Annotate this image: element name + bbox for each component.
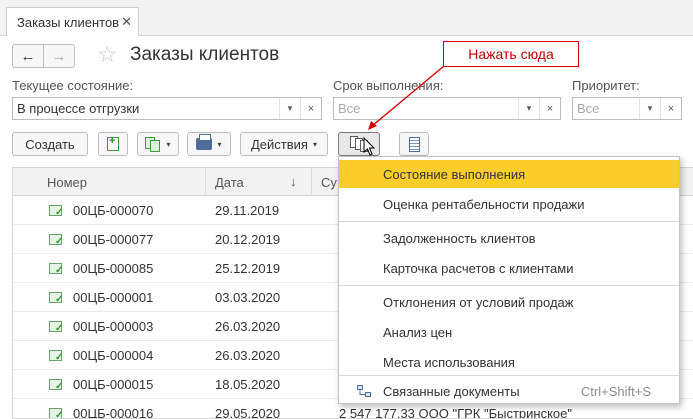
order-date: 18.05.2020 (215, 377, 281, 392)
deadline-filter-placeholder[interactable]: Все (334, 101, 518, 116)
state-filter-field[interactable]: В процессе отгрузки ▾ × (12, 97, 322, 120)
menu-item-customer-debt[interactable]: Задолженность клиентов (339, 224, 679, 252)
menu-item-usage-places[interactable]: Места использования (339, 348, 679, 376)
deadline-filter-field[interactable]: Все ▾ × (333, 97, 561, 120)
chevron-down-icon[interactable]: ▾ (279, 98, 300, 119)
list-icon (408, 136, 420, 152)
order-number: 00ЦБ-000015 (73, 377, 154, 392)
priority-filter-field[interactable]: Все ▾ × (572, 97, 682, 120)
menu-item-price-analysis[interactable]: Анализ цен (339, 318, 679, 346)
chevron-down-icon[interactable]: ▾ (639, 98, 660, 119)
back-button[interactable]: ← (12, 44, 44, 68)
menu-item-label: Анализ цен (383, 324, 453, 340)
create-document-button[interactable] (98, 132, 128, 156)
tab-strip: Заказы клиентов ✕ (0, 0, 693, 36)
posted-document-icon (49, 321, 63, 334)
order-date: 26.03.2020 (215, 319, 281, 334)
column-sum[interactable]: Су (321, 175, 337, 190)
forward-button[interactable]: → (43, 44, 75, 68)
order-date: 29.05.2020 (215, 406, 281, 419)
clear-icon[interactable]: × (539, 98, 560, 119)
order-number: 00ЦБ-000003 (73, 319, 154, 334)
actions-button[interactable]: Действия ▾ (240, 132, 328, 156)
order-number: 00ЦБ-000016 (73, 406, 154, 419)
posted-document-icon (49, 234, 63, 247)
tab-customer-orders[interactable]: Заказы клиентов ✕ (6, 7, 139, 36)
order-date: 29.11.2019 (215, 203, 280, 218)
menu-item-shortcut: Ctrl+Shift+S (580, 383, 651, 399)
chevron-down-icon[interactable]: ▾ (518, 98, 539, 119)
create-button[interactable]: Создать (12, 132, 88, 156)
menu-item-sales-profitability[interactable]: Оценка рентабельности продажи (339, 190, 679, 218)
star-icon[interactable]: ☆ (97, 41, 118, 68)
order-sum: 2 547 177,33 ООО "ГРК "Быстринское" (339, 406, 572, 419)
posted-document-icon (49, 205, 63, 218)
menu-item-label: Места использования (383, 354, 515, 370)
menu-item-label: Состояние выполнения (383, 166, 526, 182)
column-divider (205, 168, 206, 196)
reports-button[interactable] (338, 132, 380, 156)
menu-item-label: Связанные документы (383, 383, 520, 399)
column-divider (311, 168, 312, 196)
actions-label: Действия (251, 136, 308, 152)
reports-icon (350, 136, 368, 152)
close-icon[interactable]: ✕ (121, 14, 132, 30)
menu-item-sales-deviations[interactable]: Отклонения от условий продаж (339, 288, 679, 316)
reports-dropdown-menu: Состояние выполнения Оценка рентабельнос… (338, 156, 680, 404)
sort-down-icon: ↓ (290, 174, 297, 189)
list-settings-button[interactable] (399, 132, 429, 156)
copy-document-icon (145, 137, 161, 152)
priority-filter-label: Приоритет: (572, 78, 640, 93)
deadline-filter-label: Срок выполнения: (333, 78, 444, 93)
callout-annotation: Нажать сюда (443, 41, 579, 67)
posted-document-icon (49, 263, 63, 276)
menu-item-settlement-card[interactable]: Карточка расчетов с клиентами (339, 254, 679, 282)
order-number: 00ЦБ-000085 (73, 261, 154, 276)
create-based-on-button[interactable]: ▾ (137, 132, 179, 156)
menu-item-label: Карточка расчетов с клиентами (383, 260, 574, 276)
chevron-down-icon: ▾ (312, 139, 317, 149)
menu-divider (339, 285, 679, 286)
state-filter-label: Текущее состояние: (12, 78, 134, 93)
menu-item-label: Отклонения от условий продаж (383, 294, 574, 310)
clear-icon[interactable]: × (300, 98, 321, 119)
order-number: 00ЦБ-000004 (73, 348, 154, 363)
menu-divider (339, 221, 679, 222)
posted-document-icon (49, 408, 63, 418)
menu-item-label: Задолженность клиентов (383, 230, 536, 246)
posted-document-icon (49, 350, 63, 363)
chevron-down-icon: ▾ (217, 139, 222, 149)
page-title: Заказы клиентов (130, 44, 280, 65)
related-documents-icon (357, 385, 371, 397)
column-date[interactable]: Дата (215, 175, 244, 190)
order-date: 20.12.2019 (215, 232, 281, 247)
posted-document-icon (49, 292, 63, 305)
priority-filter-placeholder[interactable]: Все (573, 101, 639, 116)
menu-item-related-documents[interactable]: Связанные документы Ctrl+Shift+S (339, 377, 679, 405)
chevron-down-icon: ▾ (166, 139, 171, 149)
column-number[interactable]: Номер (47, 175, 87, 190)
menu-item-execution-status[interactable]: Состояние выполнения (339, 160, 679, 188)
order-date: 26.03.2020 (215, 348, 281, 363)
tab-label: Заказы клиентов (17, 14, 120, 30)
order-number: 00ЦБ-000070 (73, 203, 154, 218)
menu-divider (339, 375, 679, 376)
printer-icon (196, 134, 213, 150)
order-number: 00ЦБ-000001 (73, 290, 154, 305)
print-button[interactable]: ▾ (187, 132, 231, 156)
order-number: 00ЦБ-000077 (73, 232, 154, 247)
posted-document-icon (49, 379, 63, 392)
order-date: 25.12.2019 (215, 261, 281, 276)
clear-icon[interactable]: × (660, 98, 681, 119)
new-document-icon (107, 135, 119, 151)
menu-item-label: Оценка рентабельности продажи (383, 196, 585, 212)
order-date: 03.03.2020 (215, 290, 281, 305)
state-filter-value[interactable]: В процессе отгрузки (13, 101, 279, 116)
